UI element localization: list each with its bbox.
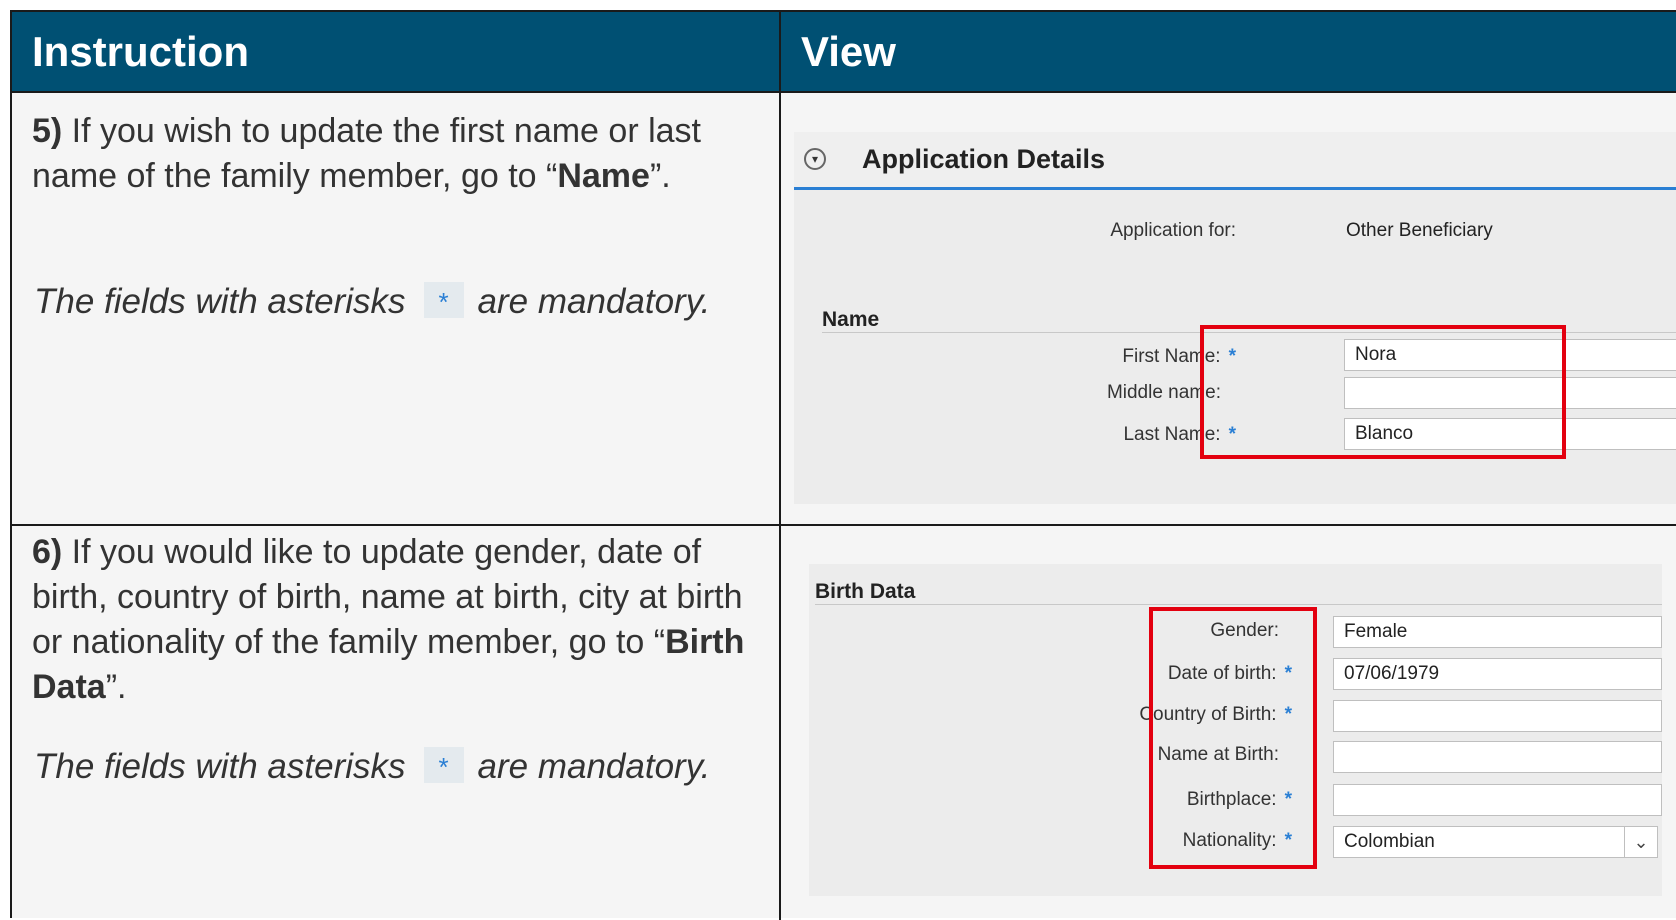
birth-data-divider bbox=[815, 604, 1662, 605]
nationality-select[interactable]: Colombian ⌄ bbox=[1333, 826, 1658, 858]
step-5-target: Name bbox=[557, 157, 650, 195]
step-5-note-after: are mandatory. bbox=[477, 282, 711, 321]
step-6-note-after: are mandatory. bbox=[477, 747, 711, 786]
step-5-text: 5) If you wish to update the first name … bbox=[32, 109, 767, 199]
name-highlight-box bbox=[1200, 325, 1566, 459]
step-5-note-before: The fields with asterisks bbox=[34, 282, 406, 321]
row-divider bbox=[12, 524, 1676, 526]
date-of-birth-field[interactable]: 07/06/1979 bbox=[1333, 658, 1662, 690]
asterisk-icon: * bbox=[423, 746, 464, 783]
name-section-title: Name bbox=[822, 308, 880, 331]
application-details-title: Application Details bbox=[862, 144, 1106, 174]
gender-field[interactable]: Female bbox=[1333, 616, 1662, 648]
birthplace-field[interactable] bbox=[1333, 784, 1662, 816]
country-of-birth-field[interactable] bbox=[1333, 700, 1662, 732]
application-details-panel: ▾ Application Details Application for: O… bbox=[794, 132, 1676, 504]
step-6-number: 6) bbox=[32, 533, 63, 571]
application-details-header[interactable]: ▾ Application Details bbox=[794, 132, 1676, 190]
column-divider bbox=[779, 12, 781, 920]
step-5-number: 5) bbox=[32, 112, 63, 150]
birth-data-section-title: Birth Data bbox=[815, 580, 916, 603]
nationality-value: Colombian bbox=[1344, 831, 1435, 852]
name-at-birth-field[interactable] bbox=[1333, 741, 1662, 773]
step-6-body: If you would like to update gender, date… bbox=[32, 533, 743, 661]
step-5-end: ”. bbox=[649, 157, 671, 195]
birth-data-highlight-box bbox=[1149, 607, 1317, 869]
step-6-note: The fields with asterisks * are mandatory. bbox=[34, 746, 711, 787]
application-for-value: Other Beneficiary bbox=[1346, 220, 1493, 241]
step-6-text: 6) If you would like to update gender, d… bbox=[32, 530, 767, 710]
chevron-down-icon[interactable]: ⌄ bbox=[1624, 827, 1657, 857]
step-6-end: ”. bbox=[105, 668, 127, 706]
chevron-down-circle-icon[interactable]: ▾ bbox=[804, 148, 826, 170]
asterisk-icon: * bbox=[423, 281, 464, 318]
step-6-note-before: The fields with asterisks bbox=[34, 747, 406, 786]
view-header: View bbox=[781, 12, 1676, 93]
step-5-note: The fields with asterisks * are mandatory. bbox=[34, 281, 711, 322]
instruction-header: Instruction bbox=[12, 12, 781, 93]
birth-data-panel: Birth Data Gender: Female Date of birth:… bbox=[809, 564, 1662, 896]
instruction-table: Instruction View 5) If you wish to updat… bbox=[10, 10, 1676, 920]
application-for-label: Application for: bbox=[1110, 220, 1236, 241]
